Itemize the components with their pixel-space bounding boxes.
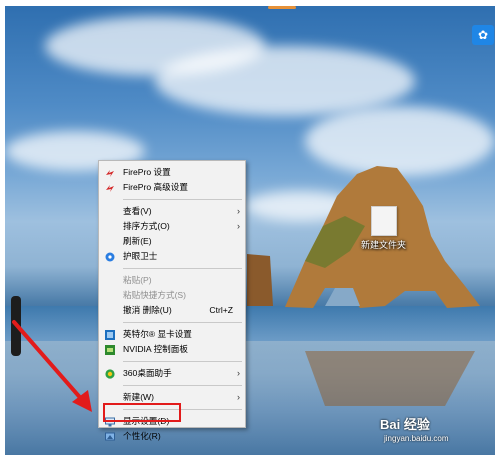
watermark-url: jingyan.baidu.com	[384, 434, 449, 443]
watermark-brand: Bai 经验	[380, 417, 430, 432]
screenshot-frame: 新建文件夹 ✿ FirePro 设置 FirePro 高级设置 查看(V) › …	[0, 0, 500, 459]
red-arrow	[12, 320, 92, 412]
